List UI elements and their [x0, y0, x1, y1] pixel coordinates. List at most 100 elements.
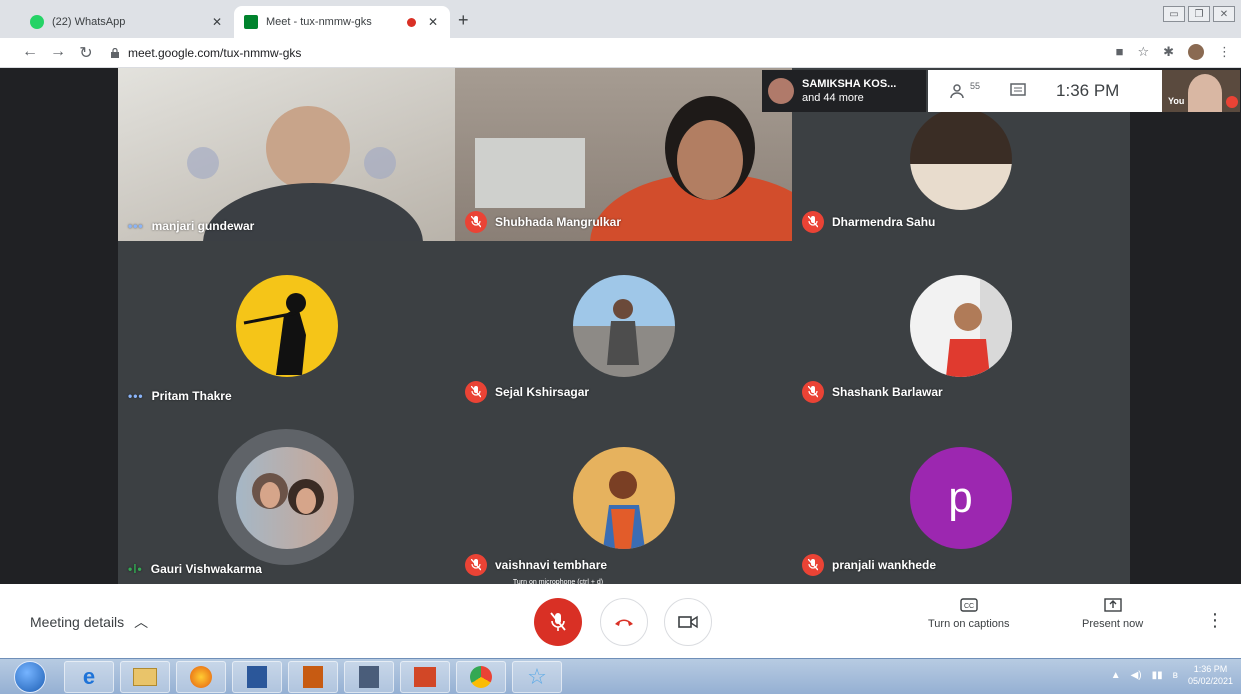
- self-video: [1188, 74, 1222, 112]
- participant-name: ••• manjari gundewar: [128, 219, 254, 233]
- window-controls: ▭ ❐ ✕: [1163, 6, 1235, 22]
- reload-icon[interactable]: ↻: [76, 43, 96, 63]
- avatar: [768, 78, 794, 104]
- close-icon[interactable]: ✕: [210, 15, 224, 29]
- present-button[interactable]: Present now: [1082, 598, 1143, 630]
- captions-label: Turn on captions: [928, 618, 1010, 630]
- publisher-icon[interactable]: [344, 661, 394, 693]
- self-label: You: [1168, 96, 1185, 106]
- meeting-stage: ••• manjari gundewar Shubhada Mangrulkar…: [0, 68, 1241, 584]
- back-icon[interactable]: ←: [20, 43, 40, 61]
- name-label: Shashank Barlawar: [832, 385, 943, 399]
- camera-indicator-icon[interactable]: ■: [1116, 44, 1124, 60]
- name-label: Pritam Thakre: [151, 389, 232, 403]
- svg-text:CC: CC: [964, 603, 974, 610]
- captions-button[interactable]: CC Turn on captions: [928, 598, 1010, 630]
- pinned-name: SAMIKSHA KOS...: [802, 78, 897, 90]
- close-icon[interactable]: ✕: [426, 15, 440, 29]
- tab-whatsapp[interactable]: (22) WhatsApp ✕: [20, 6, 234, 38]
- meeting-info-bar: 55 1:36 PM: [928, 70, 1162, 112]
- meet-icon: [244, 15, 258, 29]
- audio-indicator-icon: •••: [128, 389, 144, 403]
- bluetooth-icon[interactable]: ʙ: [1173, 670, 1178, 681]
- new-tab-button[interactable]: +: [458, 10, 469, 31]
- participant-tile[interactable]: Shashank Barlawar: [792, 241, 1129, 411]
- name-label: vaishnavi tembhare: [495, 558, 608, 572]
- extensions-icon[interactable]: ✱: [1163, 44, 1174, 60]
- video-camera-icon: [678, 615, 698, 629]
- more-options-icon[interactable]: ⋮: [1206, 610, 1224, 631]
- present-screen-icon: [1103, 598, 1122, 612]
- participant-name: Shubhada Mangrulkar: [465, 211, 621, 233]
- name-label: Sejal Kshirsagar: [495, 385, 590, 399]
- bookmark-star-icon[interactable]: ☆: [1137, 44, 1149, 60]
- mic-off-icon: [802, 211, 824, 233]
- participant-name: •ǀ• Gauri Vishwakarma: [128, 562, 262, 576]
- restore-button[interactable]: ❐: [1188, 6, 1210, 22]
- file-explorer-icon[interactable]: [120, 661, 170, 693]
- forward-icon[interactable]: →: [48, 43, 68, 61]
- internet-explorer-icon[interactable]: e: [64, 661, 114, 693]
- self-view[interactable]: You: [1162, 70, 1240, 112]
- windows-taskbar: e ☆ ▲ ◀) ▮▮ ʙ 1:36 PM 05/02/2021: [0, 658, 1241, 694]
- star-app-icon[interactable]: ☆: [512, 661, 562, 693]
- participants-button[interactable]: 55: [950, 81, 980, 99]
- participant-tile[interactable]: •ǀ• Gauri Vishwakarma: [118, 411, 455, 584]
- tab-meet[interactable]: Meet - tux-nmmw-gks ✕: [234, 6, 450, 38]
- start-button[interactable]: [14, 661, 46, 693]
- menu-icon[interactable]: ⋮: [1218, 44, 1231, 60]
- network-icon[interactable]: ▮▮: [1152, 670, 1163, 681]
- name-label: manjari gundewar: [151, 219, 255, 233]
- presenter-summary[interactable]: SAMIKSHA KOS... and 44 more: [762, 70, 926, 112]
- meeting-clock: 1:36 PM: [1056, 81, 1120, 100]
- taskbar-clock[interactable]: 1:36 PM 05/02/2021: [1188, 663, 1233, 687]
- system-tray: ▲ ◀) ▮▮ ʙ 1:36 PM 05/02/2021: [1111, 663, 1233, 687]
- participant-video: [187, 106, 423, 241]
- mic-off-icon: [465, 381, 487, 403]
- url-text: meet.google.com/tux-nmmw-gks: [128, 46, 302, 60]
- participant-name: pranjali wankhede: [802, 554, 936, 576]
- meeting-details-label: Meeting details: [30, 614, 125, 630]
- word-icon[interactable]: [232, 661, 282, 693]
- audio-indicator-icon: •ǀ•: [128, 562, 143, 576]
- tab-title: (22) WhatsApp: [52, 16, 126, 28]
- participant-avatar: [235, 447, 338, 549]
- lock-icon: [111, 48, 119, 58]
- participant-tile[interactable]: vaishnavi tembhare: [455, 411, 792, 584]
- people-icon: [950, 84, 964, 99]
- participant-name: Dharmendra Sahu: [802, 211, 935, 233]
- camera-toggle-button[interactable]: [664, 598, 712, 646]
- close-window-button[interactable]: ✕: [1213, 6, 1235, 22]
- minimize-button[interactable]: ▭: [1163, 6, 1185, 22]
- profile-avatar[interactable]: [1188, 44, 1204, 60]
- participant-tile[interactable]: Shubhada Mangrulkar: [455, 68, 792, 241]
- participant-tile[interactable]: ••• manjari gundewar: [118, 68, 455, 241]
- outlook-icon[interactable]: [288, 661, 338, 693]
- participant-tile[interactable]: ••• Pritam Thakre: [118, 241, 455, 411]
- microphone-toggle-button[interactable]: [534, 598, 582, 646]
- meeting-details-button[interactable]: Meeting details ︿: [30, 612, 148, 632]
- hang-up-icon: [615, 619, 633, 626]
- pinned-more: and 44 more: [802, 92, 864, 104]
- participant-name: Sejal Kshirsagar: [465, 381, 589, 403]
- powerpoint-icon[interactable]: [400, 661, 450, 693]
- leave-call-button[interactable]: [600, 598, 648, 646]
- firefox-icon[interactable]: [176, 661, 226, 693]
- participant-avatar: [572, 447, 675, 549]
- show-hidden-icons-icon[interactable]: ▲: [1111, 670, 1121, 681]
- toolbar-icons: ■ ☆ ✱ ⋮: [1116, 44, 1231, 60]
- mic-off-icon: [550, 612, 566, 631]
- address-bar[interactable]: meet.google.com/tux-nmmw-gks: [110, 42, 1120, 64]
- participant-name: Shashank Barlawar: [802, 381, 943, 403]
- taskbar-date: 05/02/2021: [1187, 676, 1233, 686]
- participant-tile[interactable]: p pranjali wankhede: [792, 411, 1129, 584]
- participant-tile[interactable]: Sejal Kshirsagar: [455, 241, 792, 411]
- chat-icon: [1010, 83, 1026, 96]
- volume-icon[interactable]: ◀): [1131, 670, 1142, 681]
- name-label: pranjali wankhede: [832, 558, 937, 572]
- participant-avatar: [909, 108, 1012, 210]
- chat-button[interactable]: [1010, 83, 1026, 99]
- captions-icon: CC: [960, 598, 978, 612]
- tab-title: Meet - tux-nmmw-gks: [266, 16, 372, 28]
- chrome-icon[interactable]: [456, 661, 506, 693]
